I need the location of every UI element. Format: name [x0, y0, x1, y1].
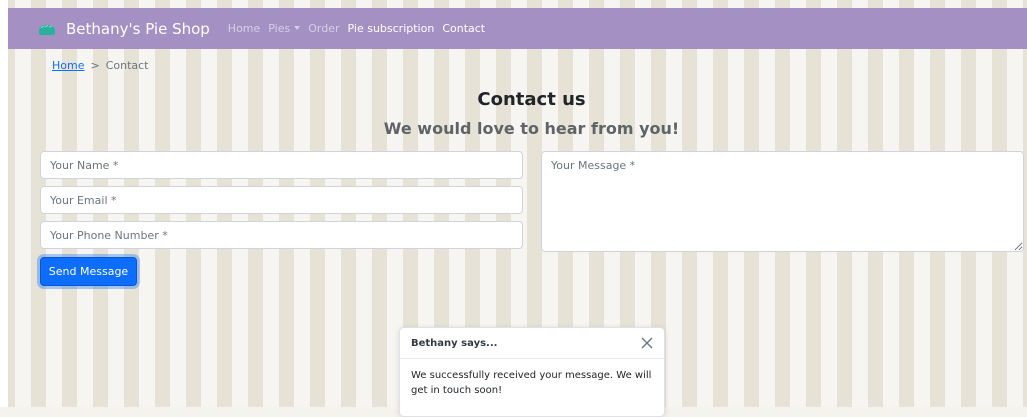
- nav-link-pie-subscription[interactable]: Pie subscription: [348, 22, 435, 35]
- toast-message: We successfully received your message. W…: [411, 370, 652, 396]
- nav-link-pies[interactable]: Pies: [268, 22, 301, 35]
- phone-input[interactable]: [40, 221, 523, 249]
- message-textarea[interactable]: [541, 151, 1024, 252]
- left-margin: [0, 0, 8, 407]
- breadcrumb-separator: >: [90, 59, 100, 72]
- page-title: Contact us: [477, 89, 586, 110]
- name-input[interactable]: [40, 151, 523, 179]
- toast-notification: Bethany says... We successfully received…: [399, 327, 665, 417]
- pie-logo-icon: [39, 24, 55, 35]
- close-icon[interactable]: [640, 336, 654, 350]
- toast-header: Bethany says...: [400, 328, 664, 359]
- breadcrumb-home-link[interactable]: Home: [52, 59, 84, 72]
- chevron-down-icon: [294, 26, 301, 30]
- breadcrumb: Home > Contact: [52, 59, 149, 72]
- page-subtitle: We would love to hear from you!: [383, 119, 680, 138]
- breadcrumb-current: Contact: [105, 59, 149, 72]
- nav-link-order[interactable]: Order: [308, 22, 339, 35]
- toast-title: Bethany says...: [411, 337, 498, 349]
- nav-link-pies-label: Pies: [268, 22, 291, 35]
- email-input[interactable]: [40, 186, 523, 214]
- top-navbar: Bethany's Pie Shop Home Pies Order Pie s…: [8, 8, 1027, 49]
- brand-link[interactable]: Bethany's Pie Shop: [38, 20, 210, 38]
- nav-link-contact[interactable]: Contact: [442, 22, 485, 35]
- send-message-button[interactable]: Send Message: [40, 257, 137, 286]
- brand-name: Bethany's Pie Shop: [66, 19, 210, 38]
- nav-link-home[interactable]: Home: [228, 22, 260, 35]
